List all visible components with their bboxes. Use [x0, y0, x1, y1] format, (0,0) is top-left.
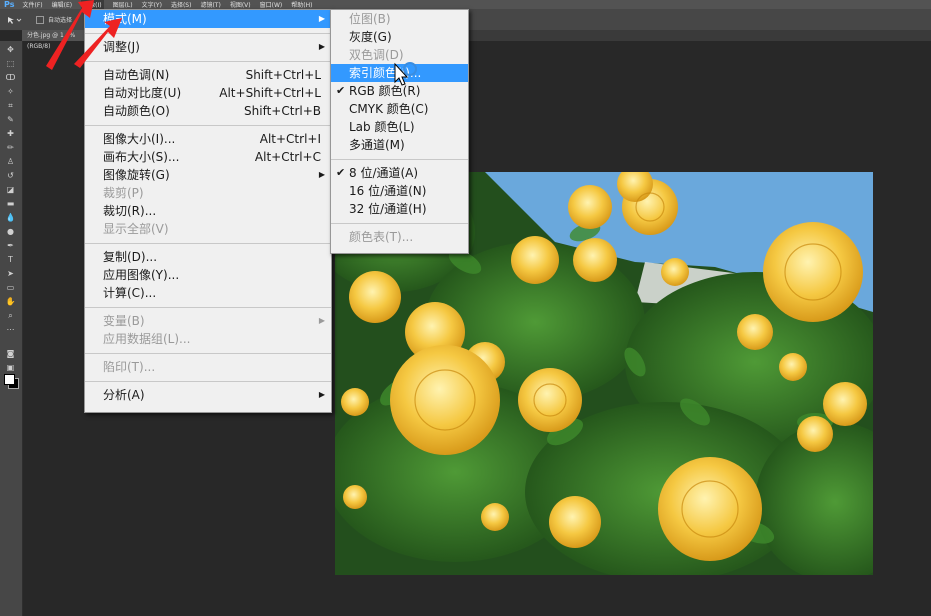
hand-icon[interactable]: ✋: [5, 297, 16, 306]
photoshop-logo: Ps: [4, 0, 15, 9]
menu-type[interactable]: 文字(Y): [142, 0, 162, 9]
quick-mask-icon[interactable]: ◙: [5, 349, 16, 358]
mode-item-bitmap: 位图(B): [349, 12, 391, 26]
crop-icon[interactable]: ⌗: [5, 101, 16, 110]
eraser-icon[interactable]: ◪: [5, 185, 16, 194]
menu-separator: [85, 353, 331, 354]
menu-select[interactable]: 选择(S): [171, 0, 192, 9]
menu-item-analysis[interactable]: 分析(A) ▶: [85, 386, 331, 404]
image-menu: 模式(M) ▶ 调整(J) ▶ 自动色调(N) Shift+Ctrl+L 自动对比度(…: [84, 9, 332, 413]
menu-help[interactable]: 帮助(H): [291, 0, 312, 9]
zoom-icon[interactable]: ⌕: [5, 311, 16, 320]
screen-mode-icon[interactable]: ▣: [5, 363, 16, 372]
menu-item-crop: 裁剪(P): [103, 186, 144, 200]
menu-item-auto-color[interactable]: 自动颜色(O) Shift+Ctrl+B: [85, 102, 331, 120]
submenu-arrow-icon: ▶: [318, 170, 325, 179]
menu-separator: [85, 307, 331, 308]
menu-item-adjustments[interactable]: 调整(J) ▶: [85, 38, 331, 56]
blur-icon[interactable]: 💧: [5, 213, 16, 222]
menu-item-calculations[interactable]: 计算(C)...: [85, 284, 331, 302]
shape-icon[interactable]: ▭: [5, 283, 16, 292]
menu-layer[interactable]: 图层(L): [113, 0, 133, 9]
submenu-arrow-icon: ▶: [318, 390, 325, 399]
mode-item-color-table: 颜色表(T)...: [349, 230, 414, 244]
mode-item-16-bit[interactable]: 16 位/通道(N): [331, 182, 468, 200]
submenu-arrow-icon: ▶: [318, 42, 325, 51]
eyedropper-icon[interactable]: ✎: [5, 115, 16, 124]
foreground-color-swatch[interactable]: [4, 374, 15, 385]
mode-item-32-bit[interactable]: 32 位/通道(H): [331, 200, 468, 218]
stamp-icon[interactable]: ♙: [5, 157, 16, 166]
mode-submenu: 位图(B) 灰度(G) 双色调(D) 索引颜色(I)... ✔ RGB 颜色(R…: [330, 9, 469, 254]
mouse-cursor-icon: [394, 62, 417, 86]
mode-item-8-bit[interactable]: ✔ 8 位/通道(A): [331, 164, 468, 182]
move-tool-icon[interactable]: [6, 15, 22, 25]
menu-separator: [85, 33, 331, 34]
auto-select-checkbox[interactable]: [36, 15, 44, 24]
menu-item-auto-tone[interactable]: 自动色调(N) Shift+Ctrl+L: [85, 66, 331, 84]
gradient-icon[interactable]: ▬: [5, 199, 16, 208]
menu-separator: [85, 381, 331, 382]
menu-edit[interactable]: 编辑(E): [52, 0, 72, 9]
pen-icon[interactable]: ✒: [5, 241, 16, 250]
menu-separator: [85, 61, 331, 62]
mode-item-multichannel[interactable]: 多通道(M): [331, 136, 468, 154]
menu-item-mode[interactable]: 模式(M) ▶: [85, 10, 331, 28]
menu-item-reveal-all: 显示全部(V): [103, 222, 169, 236]
move-icon[interactable]: ✥: [5, 45, 16, 54]
menu-filter[interactable]: 滤镜(T): [200, 0, 220, 9]
magic-wand-icon[interactable]: ✧: [5, 87, 16, 96]
more-tools-icon[interactable]: ⋯: [5, 325, 16, 334]
menu-separator: [331, 159, 468, 160]
mode-item-lab-color[interactable]: Lab 颜色(L): [331, 118, 468, 136]
menu-item-apply-image[interactable]: 应用图像(Y)...: [85, 266, 331, 284]
mode-item-grayscale[interactable]: 灰度(G): [331, 28, 468, 46]
auto-select-label: 自动选择: [48, 17, 73, 24]
marquee-icon[interactable]: ⬚: [5, 59, 16, 68]
menu-bar: Ps 文件(F) 编辑(E) 图像(I) 图层(L) 文字(Y) 选择(S) 滤…: [0, 0, 931, 9]
healing-icon[interactable]: ✚: [5, 129, 16, 138]
dodge-icon[interactable]: ●: [5, 227, 16, 236]
checkmark-icon: ✔: [336, 84, 346, 97]
menu-item-image-rotation[interactable]: 图像旋转(G) ▶: [85, 166, 331, 184]
menu-image[interactable]: 图像(I): [81, 0, 104, 9]
menu-separator: [85, 243, 331, 244]
type-icon[interactable]: T: [5, 255, 16, 264]
checkmark-icon: ✔: [336, 166, 346, 179]
menu-view[interactable]: 视图(V): [230, 0, 251, 9]
lasso-icon[interactable]: ↀ: [5, 73, 16, 82]
brush-icon[interactable]: ✏: [5, 143, 16, 152]
history-brush-icon[interactable]: ↺: [5, 171, 16, 180]
menu-item-trim[interactable]: 裁切(R)...: [85, 202, 331, 220]
submenu-arrow-icon: ▶: [318, 14, 325, 23]
menu-item-trap: 陷印(T)...: [103, 360, 156, 374]
menu-item-image-size[interactable]: 图像大小(I)... Alt+Ctrl+I: [85, 130, 331, 148]
menu-item-variables: 变量(B) ▶: [103, 314, 325, 328]
menu-window[interactable]: 窗口(W): [260, 0, 283, 9]
menu-item-canvas-size[interactable]: 画布大小(S)... Alt+Ctrl+C: [85, 148, 331, 166]
tools-panel: ✥ ⬚ ↀ ✧ ⌗ ✎ ✚ ✏ ♙ ↺ ◪ ▬ 💧 ● ✒ T ➤ ▭ ✋ ⌕ …: [0, 41, 23, 616]
mode-item-cmyk-color[interactable]: CMYK 颜色(C): [331, 100, 468, 118]
menu-separator: [85, 125, 331, 126]
menu-file[interactable]: 文件(F): [22, 0, 42, 9]
submenu-arrow-icon: ▶: [318, 316, 325, 325]
menu-item-apply-data-set: 应用数据组(L)...: [103, 332, 191, 346]
menu-item-auto-contrast[interactable]: 自动对比度(U) Alt+Shift+Ctrl+L: [85, 84, 331, 102]
menu-item-duplicate[interactable]: 复制(D)...: [85, 248, 331, 266]
menu-separator: [331, 223, 468, 224]
path-select-icon[interactable]: ➤: [5, 269, 16, 278]
